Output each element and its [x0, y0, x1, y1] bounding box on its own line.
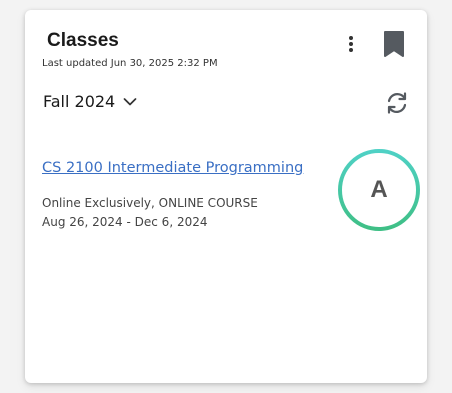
classes-card: Classes Last updated Jun 30, 2025 2:32 P… — [25, 10, 427, 383]
card-title: Classes — [47, 30, 119, 51]
grade-letter: A — [370, 176, 388, 203]
course-delivery: Online Exclusively, ONLINE COURSE — [42, 196, 258, 210]
grade-badge: A — [337, 148, 420, 231]
more-options-icon[interactable] — [343, 32, 359, 56]
refresh-icon[interactable] — [384, 90, 410, 116]
more-dot — [349, 36, 353, 40]
term-label: Fall 2024 — [43, 92, 116, 111]
last-updated-text: Last updated Jun 30, 2025 2:32 PM — [42, 58, 218, 69]
course-meta: Online Exclusively, ONLINE COURSE Aug 26… — [42, 194, 258, 232]
term-selector[interactable]: Fall 2024 — [43, 90, 137, 114]
more-dot — [349, 42, 353, 46]
course-dates: Aug 26, 2024 - Dec 6, 2024 — [42, 215, 208, 229]
bookmark-icon[interactable] — [383, 30, 405, 58]
more-dot — [349, 48, 353, 52]
chevron-down-icon — [123, 98, 137, 106]
course-link[interactable]: CS 2100 Intermediate Programming — [42, 158, 303, 178]
